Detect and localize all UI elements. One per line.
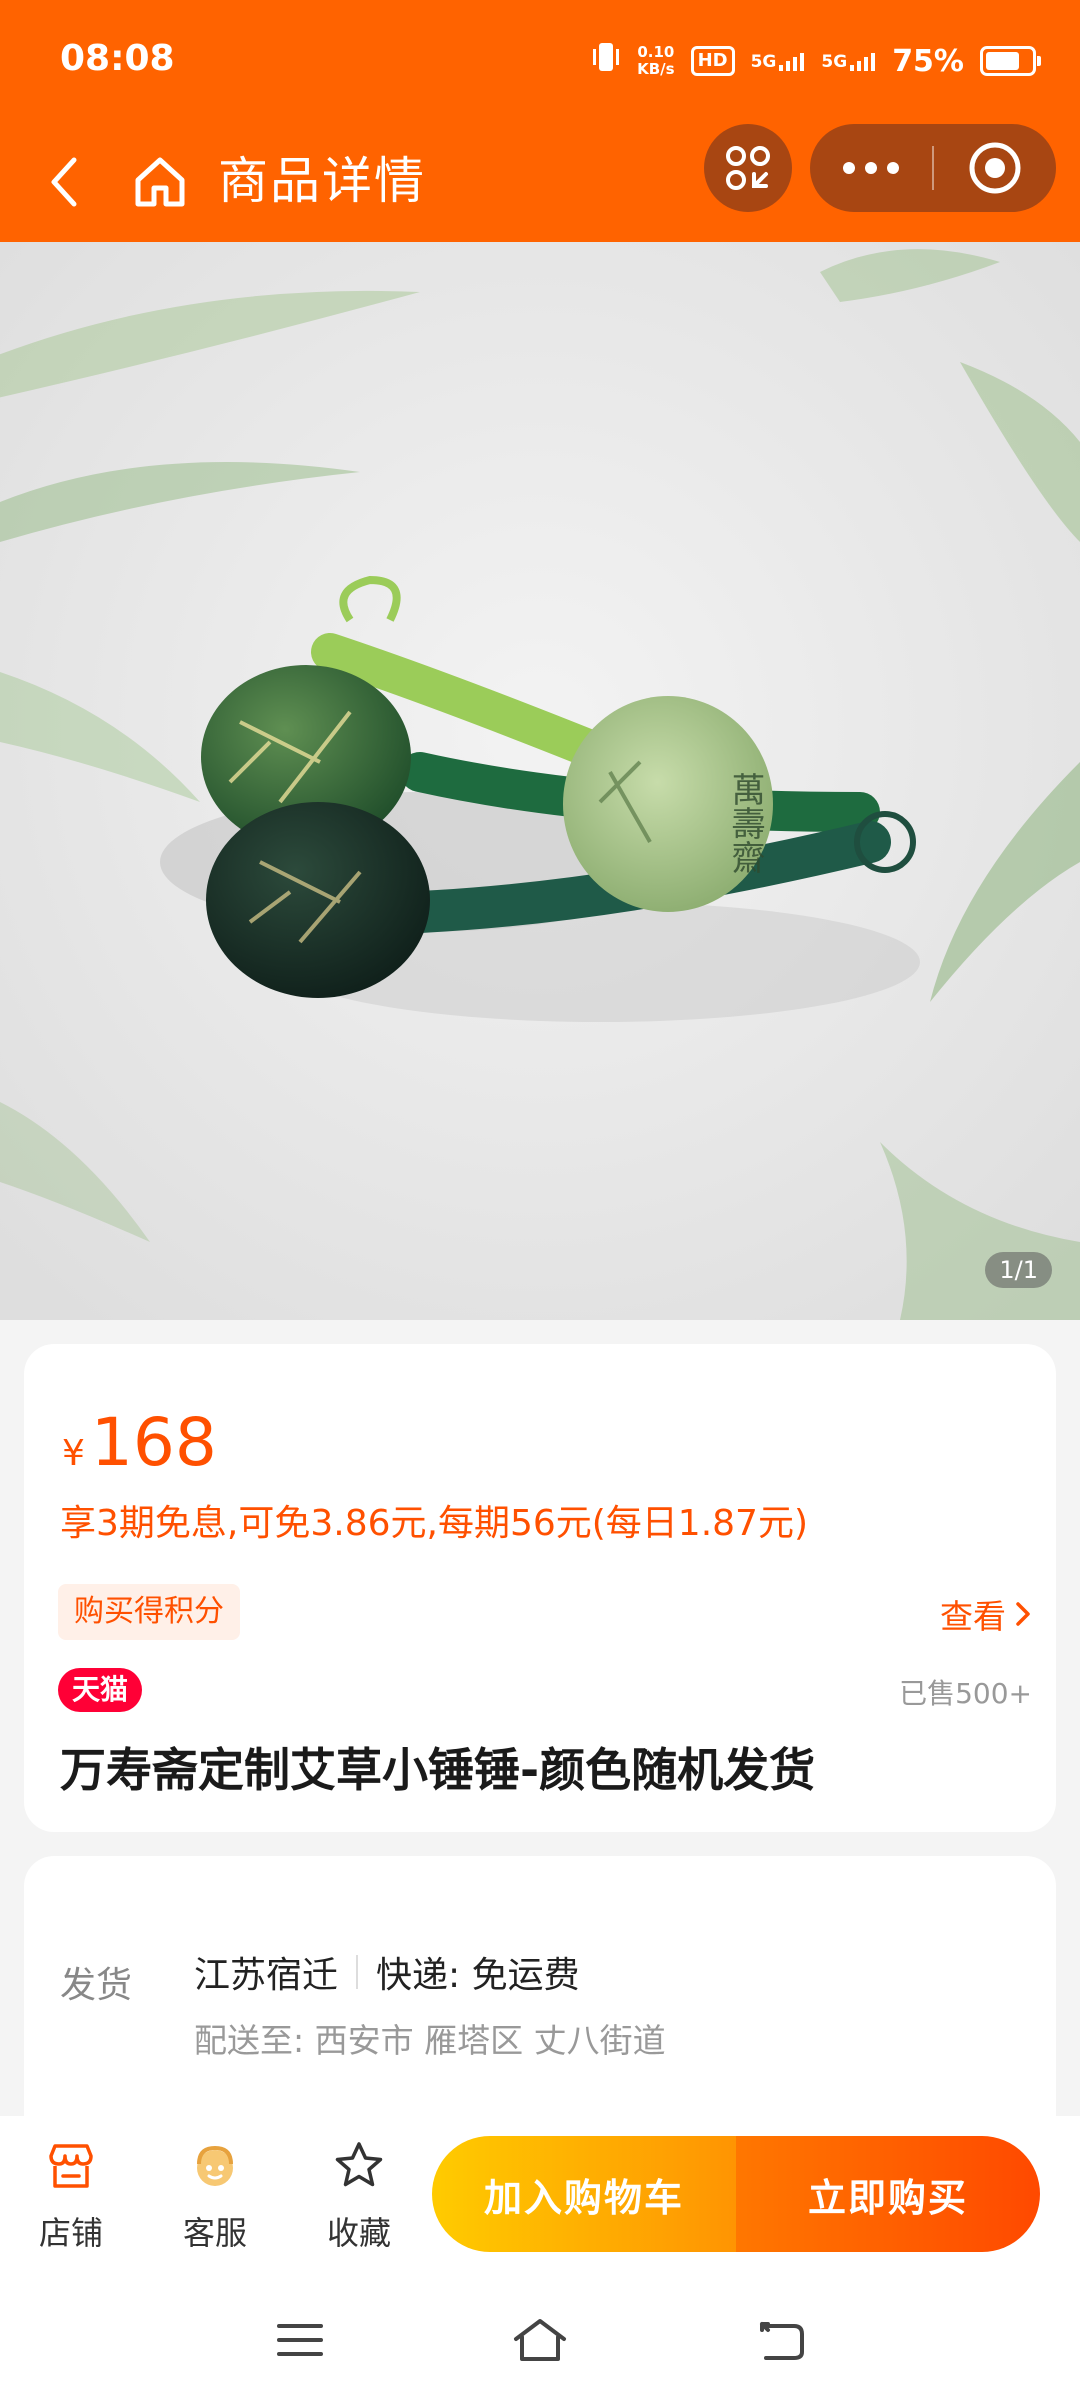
status-bar: 08:08 0.10 KB/s HD 5G 5G 75% (0, 0, 1080, 122)
page-title: 商品详情 (218, 152, 426, 210)
net-speed: 0.10 KB/s (637, 43, 675, 78)
shipping-card[interactable]: 发货 江苏宿迁 快递: 免运费 配送至: 西安市 雁塔区 丈八街道 (24, 1856, 1056, 2156)
battery-fill (986, 52, 1019, 70)
view-points-link[interactable]: 查看 (940, 1590, 1034, 1638)
star-icon (335, 2142, 383, 2187)
product-info-card: ¥ 168 享3期免息,可免3.86元,每期56元(每日1.87元) 购买得积分… (24, 1344, 1056, 1832)
product-title: 万寿斋定制艾草小锤锤-颜色随机发货 (60, 1743, 816, 1797)
scan-icon (726, 146, 770, 190)
more-button[interactable] (810, 124, 932, 212)
more-icon (843, 162, 899, 174)
points-tag: 购买得积分 (58, 1584, 240, 1640)
price: ¥ 168 (62, 1404, 217, 1481)
view-link-label: 查看 (940, 1597, 1006, 1636)
target-icon (969, 142, 1021, 194)
divider (356, 1955, 359, 1989)
back-icon (51, 157, 77, 207)
price-value: 168 (90, 1404, 217, 1481)
express-fee: 快递: 免运费 (376, 1955, 580, 1996)
tmall-badge: 天猫 (58, 1668, 143, 1712)
chevron-right-icon (1016, 1602, 1030, 1626)
back-button[interactable] (32, 148, 100, 216)
delivery-destination: 配送至: 西安市 雁塔区 丈八街道 (194, 2021, 666, 2060)
recent-apps-button[interactable] (268, 2308, 332, 2372)
svg-text:萬壽齋: 萬壽齋 (725, 772, 765, 874)
system-navigation-bar (0, 2280, 1080, 2400)
shipping-origin: 江苏宿迁 快递: 免运费 (194, 1946, 580, 1998)
home-nav-icon (514, 2319, 566, 2361)
status-indicators: 0.10 KB/s HD 5G 5G 75% (591, 40, 1041, 82)
miniprogram-capsule (810, 124, 1056, 212)
signal-icon: 5G (751, 51, 806, 71)
image-counter: 1/1 (985, 1252, 1052, 1288)
battery-icon (980, 46, 1041, 76)
price-currency: ¥ (62, 1433, 85, 1474)
home-nav-button[interactable] (508, 2308, 572, 2372)
origin-city: 江苏宿迁 (194, 1955, 339, 1996)
menu-icon (277, 2324, 323, 2356)
close-miniprogram-button[interactable] (934, 124, 1056, 212)
back-nav-button[interactable] (750, 2308, 814, 2372)
back-nav-icon (760, 2322, 804, 2360)
shipping-label: 发货 (60, 1965, 133, 2006)
hd-voice-icon: HD (690, 46, 735, 76)
customer-service-button[interactable]: 客服 (160, 2136, 270, 2254)
add-to-cart-button[interactable]: 加入购物车 (432, 2136, 736, 2252)
home-icon (135, 157, 185, 207)
shop-icon (49, 2144, 93, 2188)
purchase-button-group: 加入购物车 立即购买 (432, 2136, 1040, 2252)
favorite-label: 收藏 (326, 2214, 391, 2252)
shop-label: 店铺 (38, 2214, 103, 2252)
product-image: 萬壽齋 (0, 242, 1080, 1320)
signal-icon-2: 5G (821, 51, 876, 71)
action-bar: 店铺 客服 收藏 加入购物车 立即购买 (0, 2116, 1080, 2280)
buy-now-button[interactable]: 立即购买 (736, 2136, 1040, 2252)
product-gallery[interactable]: 萬壽齋 1/1 (0, 242, 1080, 1320)
vibrate-icon (591, 40, 621, 82)
scan-button[interactable] (704, 124, 792, 212)
title-bar: 商品详情 (0, 122, 1080, 242)
battery-percent: 75% (892, 43, 964, 79)
customer-service-icon (197, 2145, 233, 2186)
sold-count: 已售500+ (899, 1677, 1032, 1710)
installment-info: 享3期免息,可免3.86元,每期56元(每日1.87元) (60, 1503, 809, 1544)
favorite-button[interactable]: 收藏 (304, 2136, 414, 2254)
home-button[interactable] (126, 148, 194, 216)
customer-service-label: 客服 (182, 2214, 247, 2252)
status-time: 08:08 (60, 38, 175, 79)
shop-button[interactable]: 店铺 (16, 2136, 126, 2254)
